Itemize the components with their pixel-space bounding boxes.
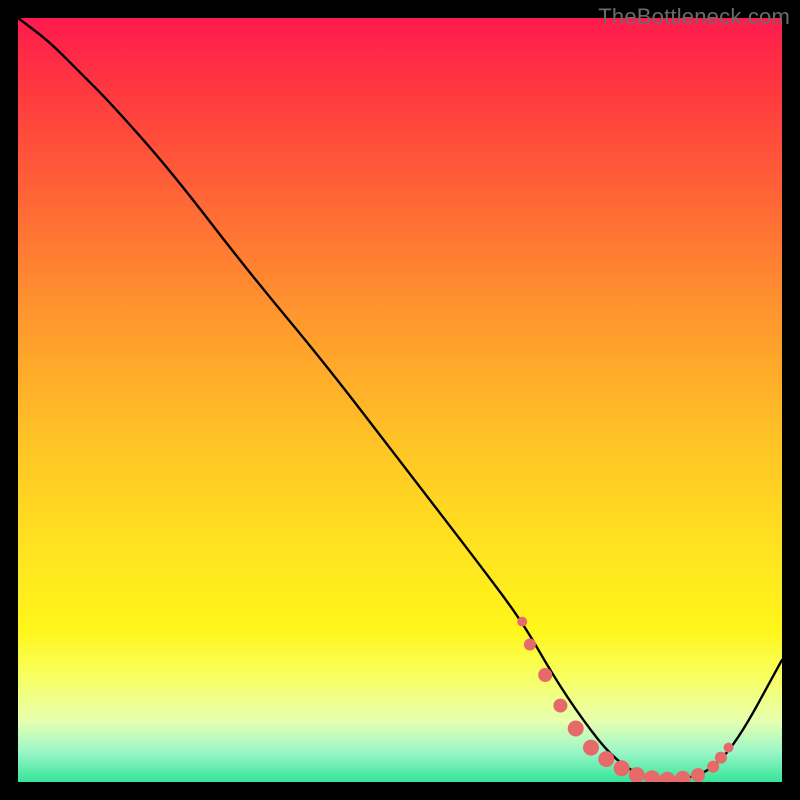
highlight-dot — [517, 617, 527, 627]
chart-area — [18, 18, 782, 782]
highlight-dots — [18, 18, 782, 782]
highlight-dot — [715, 752, 727, 764]
highlight-dot — [707, 761, 719, 773]
highlight-dot — [629, 767, 645, 782]
highlight-dot — [598, 751, 614, 767]
highlight-dot — [568, 721, 584, 737]
highlight-dot — [583, 740, 599, 756]
highlight-dot — [675, 771, 691, 782]
highlight-dot — [691, 768, 705, 782]
highlight-dot — [524, 639, 536, 651]
highlight-dot — [553, 699, 567, 713]
watermark-text: TheBottleneck.com — [598, 4, 790, 30]
highlight-dot — [538, 668, 552, 682]
highlight-dot — [644, 770, 660, 782]
highlight-dot — [659, 772, 675, 782]
highlight-dot — [724, 743, 734, 753]
highlight-dot — [614, 760, 630, 776]
